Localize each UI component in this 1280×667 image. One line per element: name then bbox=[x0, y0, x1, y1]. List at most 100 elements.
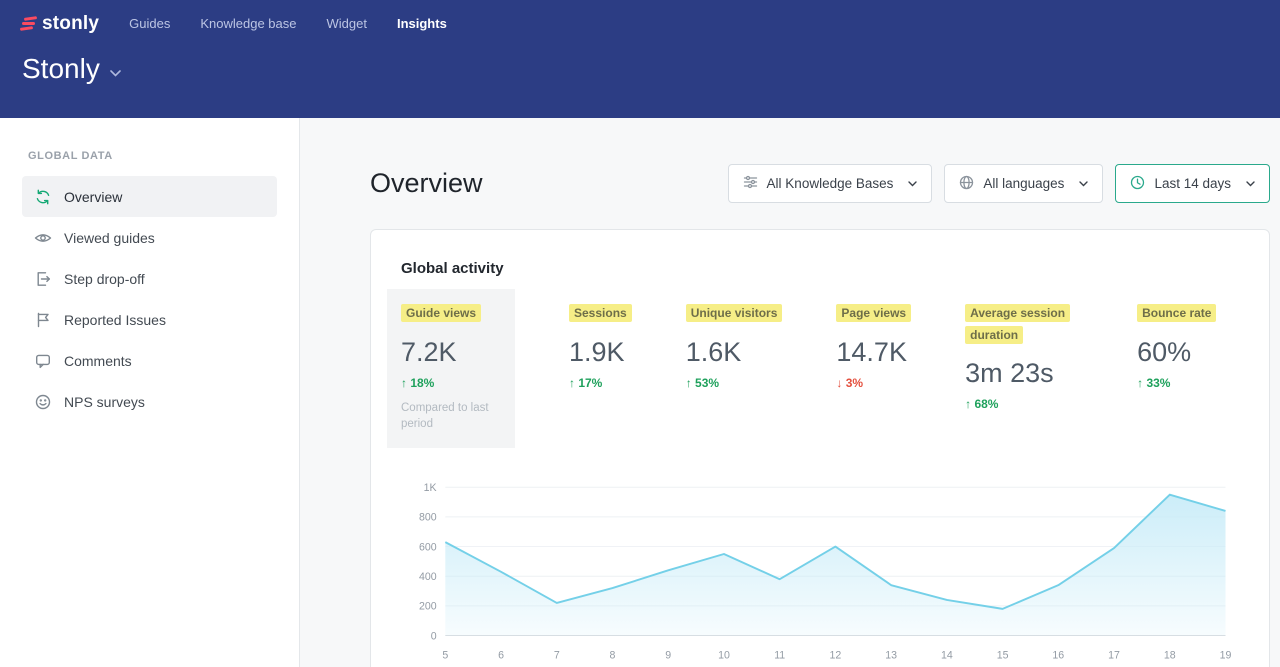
sidebar-item-label: Reported Issues bbox=[64, 312, 166, 328]
clock-icon bbox=[1130, 175, 1145, 193]
metric-delta: ↓ 3% bbox=[836, 376, 911, 390]
sidebar-item-label: Step drop-off bbox=[64, 271, 145, 287]
metric-label: Average session duration bbox=[965, 304, 1070, 344]
metric-delta: ↑ 17% bbox=[569, 376, 632, 390]
knowledge-base-filter-dropdown[interactable]: All Knowledge Bases bbox=[728, 164, 933, 203]
sidebar-item-comments[interactable]: Comments bbox=[22, 340, 277, 381]
eye-icon bbox=[34, 229, 52, 247]
svg-text:200: 200 bbox=[419, 601, 437, 613]
metric-label: Page views bbox=[836, 304, 911, 322]
sidebar-section-label: GLOBAL DATA bbox=[0, 150, 299, 162]
workspace-chevron-down-icon[interactable] bbox=[110, 64, 121, 82]
overview-sync-icon bbox=[34, 188, 52, 206]
svg-text:1K: 1K bbox=[424, 482, 437, 494]
knowledge-base-filter-label: All Knowledge Bases bbox=[767, 176, 894, 191]
sidebar: GLOBAL DATA Overview Viewed guides bbox=[0, 118, 300, 667]
sliders-icon bbox=[743, 175, 758, 192]
metric-delta: ↑ 68% bbox=[965, 397, 1083, 411]
card-title: Global activity bbox=[401, 260, 1239, 277]
svg-text:9: 9 bbox=[665, 649, 671, 661]
metric-page-views[interactable]: Page views 14.7K ↓ 3% bbox=[836, 303, 911, 390]
workspace-title: Stonly bbox=[22, 53, 100, 85]
activity-area-chart: 0 200 400 600 800 1K 5 6 7 8 9 10 11 12 13 14 15 16 17 18 19 bbox=[401, 474, 1239, 667]
svg-text:15: 15 bbox=[997, 649, 1009, 661]
sidebar-item-reported-issues[interactable]: Reported Issues bbox=[22, 299, 277, 340]
svg-text:8: 8 bbox=[610, 649, 616, 661]
svg-text:5: 5 bbox=[442, 649, 448, 661]
top-nav-row: stonly Guides Knowledge base Widget Insi… bbox=[0, 0, 1280, 39]
sidebar-item-nps-surveys[interactable]: NPS surveys bbox=[22, 381, 277, 422]
metric-bounce-rate[interactable]: Bounce rate 60% ↑ 33% bbox=[1137, 303, 1216, 390]
chevron-down-icon bbox=[908, 181, 917, 187]
svg-text:18: 18 bbox=[1164, 649, 1176, 661]
svg-text:13: 13 bbox=[885, 649, 897, 661]
svg-text:0: 0 bbox=[431, 630, 437, 642]
svg-text:17: 17 bbox=[1108, 649, 1120, 661]
metric-label: Guide views bbox=[401, 304, 481, 322]
stonly-logo[interactable]: stonly bbox=[22, 13, 99, 35]
sidebar-item-label: Comments bbox=[64, 353, 132, 369]
language-filter-dropdown[interactable]: All languages bbox=[944, 164, 1103, 203]
metric-delta: ↑ 53% bbox=[686, 376, 783, 390]
nav-item-knowledge-base[interactable]: Knowledge base bbox=[200, 12, 296, 35]
svg-text:16: 16 bbox=[1052, 649, 1064, 661]
chevron-down-icon bbox=[1246, 181, 1255, 187]
page-title: Overview bbox=[370, 168, 483, 199]
metric-value: 1.6K bbox=[686, 337, 783, 368]
svg-text:19: 19 bbox=[1220, 649, 1232, 661]
global-activity-card: Global activity Guide views 7.2K ↑ 18% C… bbox=[370, 229, 1270, 667]
language-filter-label: All languages bbox=[983, 176, 1064, 191]
nav-item-insights[interactable]: Insights bbox=[397, 12, 447, 35]
svg-text:400: 400 bbox=[419, 571, 437, 583]
chevron-down-icon bbox=[1079, 181, 1088, 187]
metric-delta: ↑ 18% bbox=[401, 376, 499, 390]
metric-value: 3m 23s bbox=[965, 358, 1083, 389]
metric-label: Unique visitors bbox=[686, 304, 783, 322]
activity-chart-container: 0 200 400 600 800 1K 5 6 7 8 9 10 11 12 13 14 15 16 17 18 19 bbox=[401, 474, 1239, 667]
metric-note: Compared to last period bbox=[401, 400, 499, 432]
metric-average-session-duration[interactable]: Average session duration 3m 23s ↑ 68% bbox=[965, 303, 1083, 411]
filter-bar: All Knowledge Bases All languages bbox=[728, 164, 1270, 203]
workspace-row: Stonly bbox=[0, 39, 1280, 85]
svg-text:800: 800 bbox=[419, 512, 437, 524]
metrics-row: Guide views 7.2K ↑ 18% Compared to last … bbox=[401, 303, 1239, 448]
nav-item-guides[interactable]: Guides bbox=[129, 12, 170, 35]
sidebar-item-label: Viewed guides bbox=[64, 230, 155, 246]
step-dropoff-icon bbox=[34, 270, 52, 288]
svg-text:7: 7 bbox=[554, 649, 560, 661]
comment-icon bbox=[34, 352, 52, 370]
sidebar-item-overview[interactable]: Overview bbox=[22, 176, 277, 217]
stonly-logo-icon bbox=[22, 17, 35, 30]
metric-guide-views[interactable]: Guide views 7.2K ↑ 18% Compared to last … bbox=[387, 289, 515, 448]
top-bar: stonly Guides Knowledge base Widget Insi… bbox=[0, 0, 1280, 118]
metric-value: 1.9K bbox=[569, 337, 632, 368]
metric-value: 7.2K bbox=[401, 337, 499, 368]
svg-text:10: 10 bbox=[718, 649, 730, 661]
main-header: Overview All Knowledge Bases bbox=[370, 164, 1270, 203]
metric-label: Sessions bbox=[569, 304, 632, 322]
logo-text: stonly bbox=[42, 13, 99, 35]
nav-item-widget[interactable]: Widget bbox=[327, 12, 367, 35]
main-panel: Overview All Knowledge Bases bbox=[300, 118, 1280, 667]
svg-text:600: 600 bbox=[419, 541, 437, 553]
metric-delta: ↑ 33% bbox=[1137, 376, 1216, 390]
sidebar-item-label: NPS surveys bbox=[64, 394, 145, 410]
svg-text:11: 11 bbox=[774, 649, 785, 661]
top-navigation: Guides Knowledge base Widget Insights bbox=[129, 12, 447, 35]
flag-icon bbox=[34, 311, 52, 329]
metric-value: 14.7K bbox=[836, 337, 911, 368]
metric-label: Bounce rate bbox=[1137, 304, 1216, 322]
content-area: GLOBAL DATA Overview Viewed guides bbox=[0, 118, 1280, 667]
svg-text:14: 14 bbox=[941, 649, 953, 661]
smiley-icon bbox=[34, 393, 52, 411]
date-range-label: Last 14 days bbox=[1154, 176, 1231, 191]
metric-sessions[interactable]: Sessions 1.9K ↑ 17% bbox=[569, 303, 632, 390]
date-range-dropdown[interactable]: Last 14 days bbox=[1115, 164, 1270, 203]
globe-icon bbox=[959, 175, 974, 193]
svg-text:6: 6 bbox=[498, 649, 504, 661]
sidebar-item-viewed-guides[interactable]: Viewed guides bbox=[22, 217, 277, 258]
metric-value: 60% bbox=[1137, 337, 1216, 368]
sidebar-item-step-drop-off[interactable]: Step drop-off bbox=[22, 258, 277, 299]
svg-text:12: 12 bbox=[830, 649, 842, 661]
metric-unique-visitors[interactable]: Unique visitors 1.6K ↑ 53% bbox=[686, 303, 783, 390]
